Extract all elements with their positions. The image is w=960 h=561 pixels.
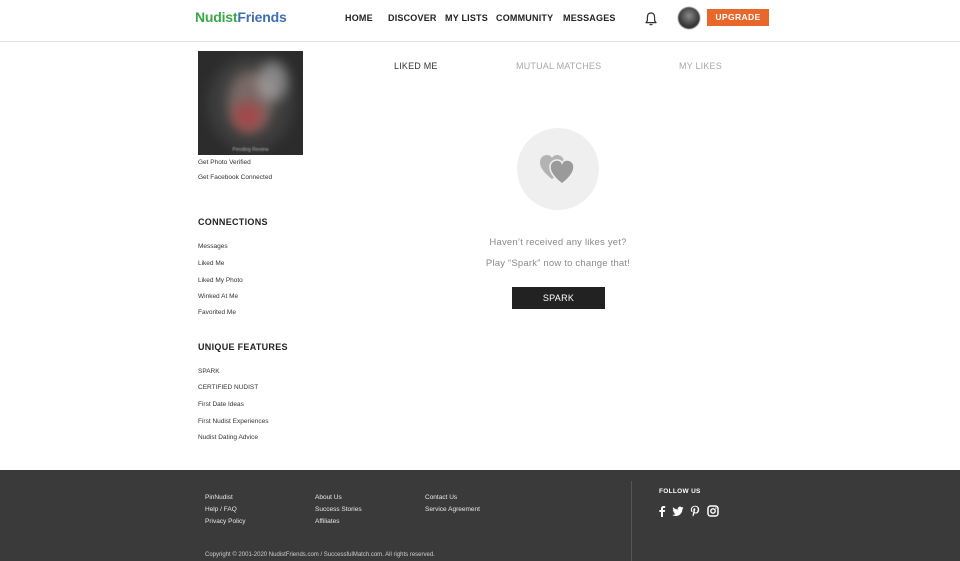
footer-link-service-agreement[interactable]: Service Agreement [425, 506, 480, 513]
footer-link-about-us[interactable]: About Us [315, 494, 342, 501]
nav-community[interactable]: COMMUNITY [496, 13, 553, 23]
profile-photo[interactable]: Pending Review [198, 51, 303, 155]
upgrade-button[interactable]: UPGRADE [707, 9, 769, 26]
footer-divider [631, 481, 632, 561]
tab-mutual-matches[interactable]: MUTUAL MATCHES [516, 61, 601, 71]
bell-icon[interactable] [643, 11, 659, 27]
avatar[interactable] [678, 7, 700, 29]
footer-link-contact-us[interactable]: Contact Us [425, 494, 457, 501]
photo-blur-layer [233, 101, 263, 131]
tab-liked-me[interactable]: LIKED ME [394, 61, 438, 71]
nav-messages[interactable]: MESSAGES [563, 13, 616, 23]
unique-features-heading: UNIQUE FEATURES [198, 342, 288, 352]
empty-state-cta-text: Play “Spark” now to change that! [485, 258, 631, 269]
follow-us-heading: FOLLOW US [659, 488, 701, 495]
photo-blur-layer [258, 61, 288, 101]
nav-home[interactable]: HOME [345, 13, 373, 23]
sidebar-item-favorited-me[interactable]: Favorited Me [198, 309, 236, 316]
footer-link-privacy-policy[interactable]: Privacy Policy [205, 518, 245, 525]
sidebar-item-winked-at-me[interactable]: Winked At Me [198, 293, 238, 300]
get-facebook-connected-link[interactable]: Get Facebook Connected [198, 174, 272, 181]
get-photo-verified-link[interactable]: Get Photo Verified [198, 159, 251, 166]
footer-link-affiliates[interactable]: Affiliates [315, 518, 339, 525]
instagram-icon[interactable] [707, 505, 719, 517]
sidebar-item-first-nudist-experiences[interactable]: First Nudist Experiences [198, 418, 268, 425]
copyright-text: Copyright © 2001-2020 NudistFriends.com … [205, 552, 435, 558]
sidebar-item-spark[interactable]: SPARK [198, 368, 220, 375]
twitter-icon[interactable] [672, 505, 684, 517]
sidebar-item-certified-nudist[interactable]: CERTIFIED NUDIST [198, 384, 258, 391]
sidebar-item-messages[interactable]: Messages [198, 243, 228, 250]
footer [0, 470, 960, 561]
top-header: NudistFriends HOME DISCOVER MY LISTS COM… [0, 0, 960, 42]
sidebar-item-nudist-dating-advice[interactable]: Nudist Dating Advice [198, 434, 258, 441]
facebook-icon[interactable] [656, 505, 668, 517]
logo[interactable]: NudistFriends [195, 9, 287, 25]
sidebar-item-first-date-ideas[interactable]: First Date Ideas [198, 401, 244, 408]
nav-my-lists[interactable]: MY LISTS [445, 13, 488, 23]
empty-state-message: Haven’t received any likes yet? [489, 237, 627, 248]
logo-part-nudist: Nudist [195, 9, 238, 25]
sidebar-item-liked-my-photo[interactable]: Liked My Photo [198, 277, 243, 284]
pinterest-icon[interactable] [689, 505, 701, 517]
footer-link-pinnudist[interactable]: PinNudist [205, 494, 233, 501]
footer-link-help-faq[interactable]: Help / FAQ [205, 506, 237, 513]
footer-link-success-stories[interactable]: Success Stories [315, 506, 362, 513]
nav-discover[interactable]: DISCOVER [388, 13, 437, 23]
spark-button[interactable]: SPARK [512, 287, 605, 309]
hearts-icon [540, 155, 575, 185]
connections-heading: CONNECTIONS [198, 217, 268, 227]
tab-my-likes[interactable]: MY LIKES [679, 61, 722, 71]
photo-caption: Pending Review [232, 147, 269, 153]
sidebar-item-liked-me[interactable]: Liked Me [198, 260, 224, 267]
logo-part-friends: Friends [237, 9, 287, 25]
empty-state-circle [517, 128, 599, 210]
